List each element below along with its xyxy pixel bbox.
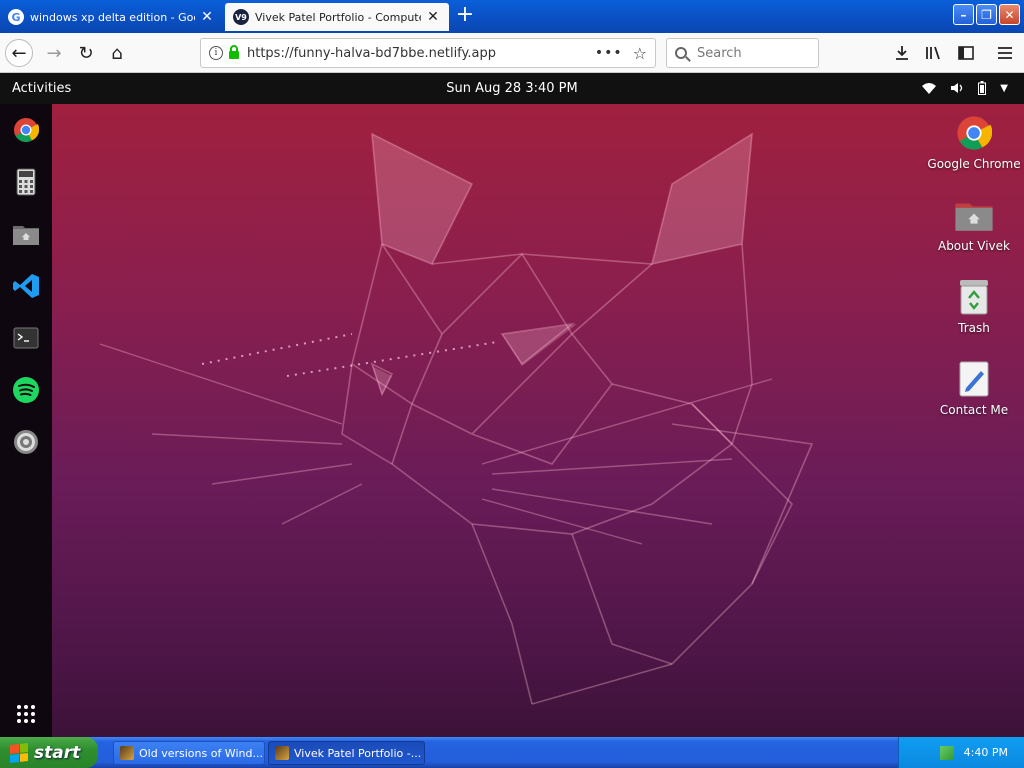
browser-toolbar: ← → ↻ ⌂ i https://funny-halva-bd7bbe.net…: [0, 33, 1024, 73]
browser-app-icon: [275, 746, 289, 760]
system-tray[interactable]: ▼: [922, 81, 1008, 95]
library-icon[interactable]: [922, 41, 946, 65]
windows-taskbar: start Old versions of Wind... Vivek Pate…: [0, 737, 1024, 768]
desktop-icon-contact-me[interactable]: Contact Me: [926, 359, 1022, 417]
home-folder-icon: [955, 203, 993, 231]
start-label: start: [34, 742, 81, 763]
browser-app-icon: [120, 746, 134, 760]
dock-files[interactable]: [10, 218, 42, 250]
desktop-icon-label: About Vivek: [937, 239, 1010, 253]
desktop-icon-trash[interactable]: Trash: [926, 277, 1022, 335]
dock-spotify[interactable]: [10, 374, 42, 406]
dock-show-apps[interactable]: [10, 698, 42, 730]
close-icon[interactable]: ✕: [199, 9, 215, 25]
wifi-icon: [922, 83, 937, 94]
clock[interactable]: Sun Aug 28 3:40 PM: [0, 81, 1024, 96]
window-controls: – ❐ ✕: [953, 4, 1020, 25]
browser-tabstrip: G windows xp delta edition - Google Sear…: [0, 0, 1024, 33]
desktop-icon-google-chrome[interactable]: Google Chrome: [926, 113, 1022, 171]
desktop-icon-about-vivek[interactable]: About Vivek: [926, 195, 1022, 253]
gnome-top-bar: Activities Sun Aug 28 3:40 PM ▼: [0, 73, 1024, 104]
focal-fossa-wallpaper-art: [99, 132, 814, 705]
back-button[interactable]: ←: [5, 39, 33, 67]
tab-google-search[interactable]: G windows xp delta edition - Google Sear…: [0, 3, 223, 31]
home-button[interactable]: ⌂: [103, 39, 131, 67]
wallpaper: [52, 104, 1024, 737]
bookmark-star-icon[interactable]: ☆: [633, 44, 647, 63]
taskbar-item-label: Old versions of Wind...: [139, 746, 263, 760]
search-placeholder: Search: [697, 45, 742, 61]
battery-icon: [978, 81, 987, 95]
download-icon[interactable]: [890, 41, 914, 65]
dock-terminal[interactable]: [10, 322, 42, 354]
taskbar-item-old-versions[interactable]: Old versions of Wind...: [113, 741, 265, 765]
tab-portfolio[interactable]: V9 Vivek Patel Portfolio - Computer Engi…: [225, 3, 449, 31]
ubuntu-desktop: Activities Sun Aug 28 3:40 PM ▼ Google C…: [0, 73, 1024, 737]
search-icon: [675, 47, 687, 59]
dock-vscode[interactable]: [10, 270, 42, 302]
restore-button[interactable]: ❐: [976, 4, 997, 25]
chrome-icon: [957, 116, 992, 150]
forward-button[interactable]: →: [40, 39, 68, 67]
terminal-icon: [13, 327, 39, 349]
vscode-icon: [13, 274, 39, 298]
spotify-icon: [13, 377, 39, 403]
dock-calculator[interactable]: [10, 166, 42, 198]
ubuntu-dock: [0, 104, 52, 737]
contact-edit-icon: [959, 361, 989, 397]
desktop-icon-label: Contact Me: [939, 403, 1009, 417]
start-button[interactable]: start: [0, 737, 98, 768]
chrome-icon: [14, 118, 39, 143]
address-bar[interactable]: i https://funny-halva-bd7bbe.netlify.app…: [200, 38, 656, 68]
search-input[interactable]: Search: [666, 38, 819, 68]
files-icon: [13, 226, 39, 245]
portfolio-favicon: V9: [233, 9, 249, 25]
notification-area: 4:40 PM: [898, 737, 1024, 768]
reload-button[interactable]: ↻: [72, 39, 100, 67]
url-text[interactable]: https://funny-halva-bd7bbe.netlify.app: [247, 46, 595, 61]
google-g-icon: G: [8, 9, 24, 25]
close-icon[interactable]: ✕: [425, 9, 441, 25]
clock[interactable]: 4:40 PM: [964, 746, 1008, 759]
new-tab-button[interactable]: +: [452, 4, 478, 28]
close-window-button[interactable]: ✕: [999, 4, 1020, 25]
tab-title: Vivek Patel Portfolio - Computer Enginee…: [255, 10, 421, 24]
network-icon[interactable]: [939, 745, 954, 760]
tab-title: windows xp delta edition - Google Search: [30, 10, 195, 24]
sidebar-icon[interactable]: [954, 41, 978, 65]
minimize-button[interactable]: –: [953, 4, 974, 25]
calculator-icon: [16, 168, 36, 196]
volume-icon: [951, 83, 963, 93]
windows-logo-icon: [10, 742, 28, 763]
desktop-icon-label: Google Chrome: [927, 157, 1021, 171]
trash-icon: [960, 280, 988, 315]
chevron-down-icon: ▼: [1000, 82, 1008, 94]
menu-icon[interactable]: [993, 41, 1017, 65]
desktop-icon-label: Trash: [958, 321, 990, 335]
taskbar-item-portfolio[interactable]: Vivek Patel Portfolio -...: [268, 741, 425, 765]
page-actions-icon[interactable]: •••: [595, 45, 623, 61]
taskbar-item-label: Vivek Patel Portfolio -...: [294, 746, 422, 760]
settings-icon: [14, 430, 38, 454]
lock-icon: [229, 45, 239, 59]
app-grid-icon: [17, 705, 35, 723]
info-icon[interactable]: i: [209, 46, 223, 60]
dock-chrome[interactable]: [10, 114, 42, 146]
dock-settings[interactable]: [10, 426, 42, 458]
